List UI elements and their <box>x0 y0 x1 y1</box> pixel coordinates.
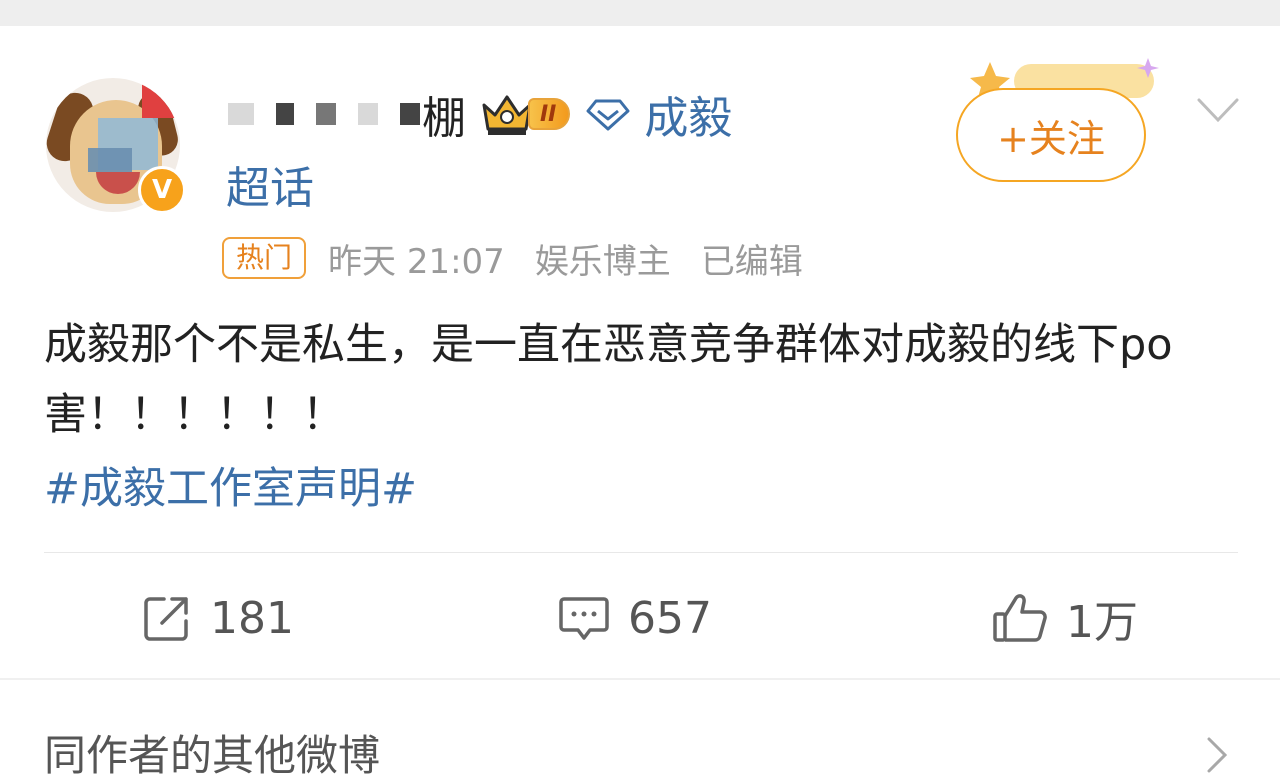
like-icon <box>993 594 1047 642</box>
divider <box>44 552 1238 553</box>
chevron-right-icon[interactable] <box>1206 736 1228 774</box>
repost-count: 181 <box>210 592 294 644</box>
like-button[interactable]: 1万 <box>992 586 1138 650</box>
author-name-row[interactable]: 棚 II 成毅 <box>228 84 732 144</box>
name-mosaic <box>228 103 254 125</box>
super-topic-diamond-icon <box>586 99 630 131</box>
author-name: 棚 <box>422 93 466 144</box>
more-from-author-label[interactable]: 同作者的其他微博 <box>44 722 380 783</box>
crown-icon <box>482 95 532 135</box>
chevron-down-icon[interactable] <box>1196 96 1240 126</box>
section-divider <box>0 678 1280 680</box>
top-strip <box>0 0 1280 26</box>
repost-button[interactable]: 181 <box>142 586 294 650</box>
like-count: 1万 <box>1066 597 1138 648</box>
follow-button[interactable]: +关注 <box>956 88 1146 182</box>
hot-tag: 热门 <box>222 237 307 279</box>
edited-label[interactable]: 已编辑 <box>701 234 803 283</box>
comment-count: 657 <box>628 592 712 644</box>
comment-button[interactable]: 657 <box>558 586 712 650</box>
comment-icon <box>559 597 609 640</box>
post-meta: 热门 昨天 21:07 娱乐博主 已编辑 <box>222 234 833 283</box>
super-topic-link[interactable]: 成毅 <box>644 82 732 146</box>
hashtag-link[interactable]: #成毅工作室声明# <box>44 454 417 516</box>
super-topic-suffix[interactable]: 超话 <box>226 152 314 216</box>
post-text: 成毅那个不是私生，是一直在恶意竞争群体对成毅的线下po害！！！！！！ <box>44 320 1173 440</box>
repost-icon <box>144 597 188 641</box>
post-time: 昨天 21:07 <box>328 241 505 282</box>
verified-badge: V <box>138 166 186 214</box>
level-badge: II <box>528 98 571 130</box>
author-category: 娱乐博主 <box>534 241 671 282</box>
